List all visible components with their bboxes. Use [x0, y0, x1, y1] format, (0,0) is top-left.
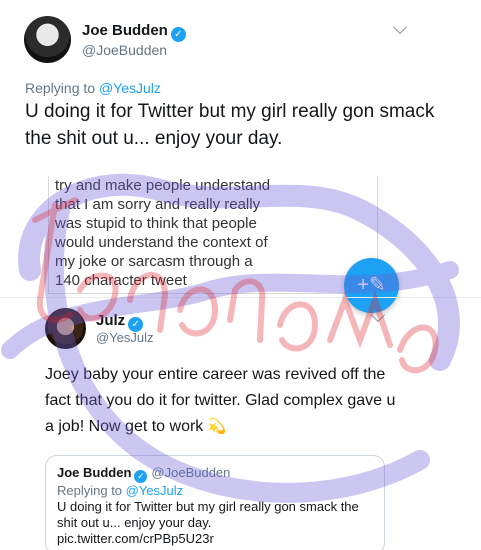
replying-to-link[interactable]: @YesJulz	[99, 80, 161, 96]
quoted-replying-prefix: Replying to	[57, 483, 126, 498]
verified-badge-icon: ✓	[134, 470, 148, 483]
quoted-tweet-link[interactable]: pic.twitter.com/crPBp5U23r	[57, 531, 377, 547]
top-tweet: Joe Budden ✓ @JoeBudden Replying to @YesJ…	[0, 0, 481, 172]
screenshot-line: 140 character tweet	[55, 272, 187, 289]
quoted-replying-to: Replying to @YesJulz	[57, 483, 183, 498]
reply-author-name[interactable]: Julz ✓	[96, 312, 144, 332]
compose-feather-icon: +✎	[357, 274, 386, 296]
avatar[interactable]	[45, 308, 86, 349]
author-name-text[interactable]: Joe Budden	[82, 22, 168, 39]
screenshot-line: that I am sorry and really really	[55, 196, 261, 213]
avatar[interactable]	[24, 16, 71, 63]
quoted-tweet-text: U doing it for Twitter but my girl reall…	[57, 499, 377, 547]
reply-author-handle[interactable]: @YesJulz	[96, 330, 154, 345]
quoted-tweet-card[interactable]: Joe Budden ✓ @JoeBudden Replying to @YesJu…	[45, 455, 385, 550]
screenshot-text: try and make people understand that I am…	[55, 176, 355, 290]
screenshot-line: try and make people understand	[55, 177, 271, 194]
screenshot-line: would understand the context of	[55, 234, 268, 251]
screenshot-line: was stupid to think that people	[55, 215, 257, 232]
verified-badge-icon: ✓	[170, 27, 186, 42]
screenshot-line: my joke or sarcasm through a	[55, 253, 253, 270]
screenshot-card: try and make people understand that I am…	[48, 176, 378, 294]
divider	[0, 297, 481, 298]
quoted-author: Joe Budden ✓ @JoeBudden	[57, 465, 230, 483]
chevron-down-icon[interactable]	[392, 19, 408, 35]
quoted-author-name: Joe Budden	[57, 465, 132, 480]
replying-to-prefix: Replying to	[25, 80, 99, 96]
replying-to: Replying to @YesJulz	[25, 80, 161, 96]
reply-author-name-text[interactable]: Julz	[96, 312, 125, 329]
quoted-author-handle: @JoeBudden	[151, 465, 231, 480]
quoted-tweet-body: U doing it for Twitter but my girl reall…	[57, 499, 359, 530]
compose-button[interactable]: +✎	[344, 258, 399, 313]
author-name[interactable]: Joe Budden ✓	[82, 22, 186, 42]
dizzy-star-emoji-icon: 💫	[207, 418, 227, 435]
quoted-replying-link[interactable]: @YesJulz	[126, 483, 184, 498]
tweet-text: U doing it for Twitter but my girl reall…	[25, 101, 435, 149]
author-handle[interactable]: @JoeBudden	[82, 42, 167, 58]
reply-tweet-text: Joey baby your entire career was revived…	[45, 362, 405, 440]
